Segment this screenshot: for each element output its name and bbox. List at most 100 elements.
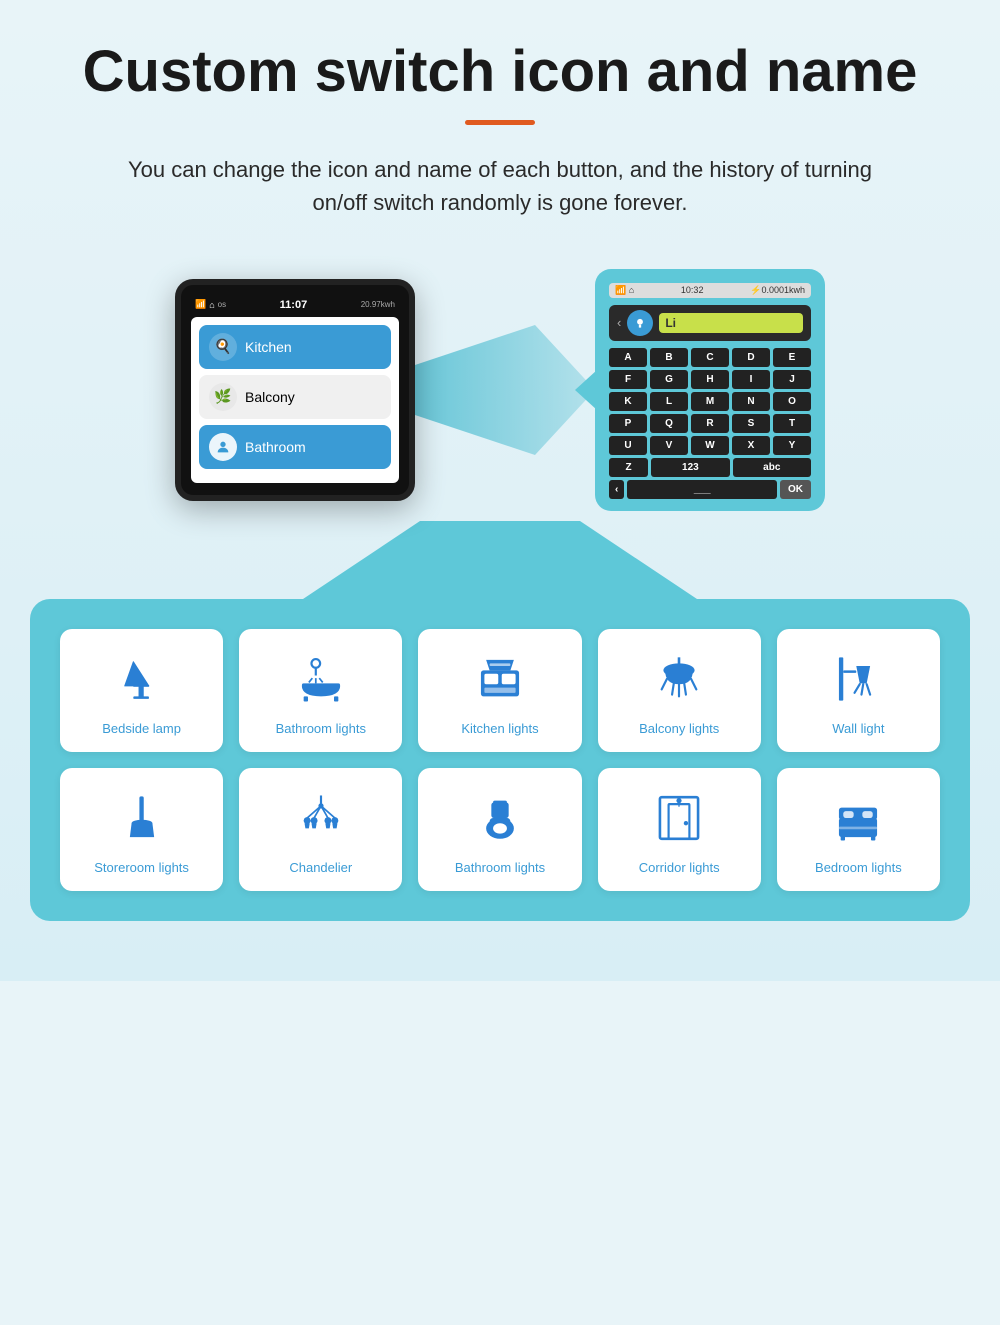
kb-key-B[interactable]: B — [650, 348, 688, 367]
kb-key-K[interactable]: K — [609, 392, 647, 411]
tile-balcony-lights[interactable]: Balcony lights — [598, 629, 761, 752]
kb-key-I[interactable]: I — [732, 370, 770, 389]
phone-time: 11:07 — [280, 299, 308, 311]
phone-mockup: 📶 ⌂ os 11:07 20.97kwh 🍳 Kitchen 🌿 Balcon… — [175, 279, 415, 501]
balcony-label: Balcony — [245, 389, 295, 405]
bedside-lamp-label: Bedside lamp — [102, 721, 181, 738]
phone-item-kitchen[interactable]: 🍳 Kitchen — [199, 325, 391, 369]
bottom-card: Bedside lamp — [30, 599, 970, 921]
tile-kitchen-lights[interactable]: Kitchen lights — [418, 629, 581, 752]
bathroom-lights-2-label: Bathroom lights — [455, 860, 545, 877]
kb-row3: K L M N O — [609, 392, 811, 411]
kb-key-abc[interactable]: abc — [733, 458, 811, 477]
icon-grid: Bedside lamp — [60, 629, 940, 891]
kb-key-Z[interactable]: Z — [609, 458, 648, 477]
phone-item-balcony[interactable]: 🌿 Balcony — [199, 375, 391, 419]
tile-wall-light[interactable]: Wall light — [777, 629, 940, 752]
corridor-lights-label: Corridor lights — [639, 860, 720, 877]
kb-key-X[interactable]: X — [732, 436, 770, 455]
bedroom-lights-icon — [828, 788, 888, 848]
phone-battery: 20.97kwh — [361, 300, 395, 309]
wall-light-label: Wall light — [832, 721, 884, 738]
bedside-lamp-icon — [112, 649, 172, 709]
kb-key-H[interactable]: H — [691, 370, 729, 389]
wifi-icon: 📶 — [195, 299, 206, 310]
tile-bedroom-lights[interactable]: Bedroom lights — [777, 768, 940, 891]
kb-input-row: ‹ Li — [609, 305, 811, 341]
chandelier-label: Chandelier — [289, 860, 352, 877]
kitchen-icon: 🍳 — [209, 333, 237, 361]
kb-key-U[interactable]: U — [609, 436, 647, 455]
kb-key-T[interactable]: T — [773, 414, 811, 433]
phone-item-bathroom[interactable]: Bathroom — [199, 425, 391, 469]
kb-space[interactable]: ___ — [627, 480, 777, 499]
chandelier-icon — [291, 788, 351, 848]
kb-back-arrow[interactable]: ‹ — [617, 315, 621, 330]
tile-bedside-lamp[interactable]: Bedside lamp — [60, 629, 223, 752]
kb-key-G[interactable]: G — [650, 370, 688, 389]
kb-ok[interactable]: OK — [780, 480, 811, 499]
bathroom-phone-icon — [209, 433, 237, 461]
kb-key-Q[interactable]: Q — [650, 414, 688, 433]
kb-key-N[interactable]: N — [732, 392, 770, 411]
kb-key-123[interactable]: 123 — [651, 458, 729, 477]
phone-status-bar: 📶 ⌂ os 11:07 20.97kwh — [191, 297, 399, 317]
wall-light-icon — [828, 649, 888, 709]
bathroom-phone-label: Bathroom — [245, 439, 306, 455]
home-icon: ⌂ — [209, 300, 214, 310]
bathroom-lights-2-icon — [470, 788, 530, 848]
kb-wifi: 📶 ⌂ — [615, 285, 634, 296]
page-wrapper: Custom switch icon and name You can chan… — [0, 0, 1000, 981]
kitchen-lights-icon — [470, 649, 530, 709]
kb-backspace[interactable]: ‹ — [609, 480, 624, 499]
tile-chandelier[interactable]: Chandelier — [239, 768, 402, 891]
phone-screen: 🍳 Kitchen 🌿 Balcony Bathro — [191, 317, 399, 483]
kb-power: ⚡0.0001kwh — [750, 285, 805, 296]
kb-key-W[interactable]: W — [691, 436, 729, 455]
funnel-connector — [30, 521, 970, 601]
kb-time: 10:32 — [681, 285, 704, 296]
bathroom-lights-1-label: Bathroom lights — [276, 721, 366, 738]
kb-key-S[interactable]: S — [732, 414, 770, 433]
kb-key-P[interactable]: P — [609, 414, 647, 433]
kb-row6: Z 123 abc — [609, 458, 811, 477]
corridor-lights-icon — [649, 788, 709, 848]
kb-row5: U V W X Y — [609, 436, 811, 455]
header-description: You can change the icon and name of each… — [100, 153, 900, 219]
beam-svg — [415, 325, 595, 455]
kb-key-O[interactable]: O — [773, 392, 811, 411]
keyboard-panel: 📶 ⌂ 10:32 ⚡0.0001kwh ‹ Li A B C — [595, 269, 825, 511]
beam-area — [415, 325, 595, 455]
storeroom-lights-icon — [112, 788, 172, 848]
kb-text-field[interactable]: Li — [659, 313, 803, 333]
kitchen-lights-label: Kitchen lights — [461, 721, 538, 738]
kb-key-J[interactable]: J — [773, 370, 811, 389]
kb-key-C[interactable]: C — [691, 348, 729, 367]
kb-key-M[interactable]: M — [691, 392, 729, 411]
signal-text: os — [218, 300, 226, 309]
kb-key-R[interactable]: R — [691, 414, 729, 433]
bathroom-lights-1-icon — [291, 649, 351, 709]
tile-storeroom-lights[interactable]: Storeroom lights — [60, 768, 223, 891]
kb-key-D[interactable]: D — [732, 348, 770, 367]
page-title: Custom switch icon and name — [30, 40, 970, 104]
storeroom-lights-label: Storeroom lights — [94, 860, 189, 877]
balcony-lights-icon — [649, 649, 709, 709]
kb-key-F[interactable]: F — [609, 370, 647, 389]
kb-row1: A B C D E — [609, 348, 811, 367]
kb-key-E[interactable]: E — [773, 348, 811, 367]
kb-key-A[interactable]: A — [609, 348, 647, 367]
kb-key-V[interactable]: V — [650, 436, 688, 455]
header-divider — [465, 120, 535, 125]
kb-key-Y[interactable]: Y — [773, 436, 811, 455]
bedroom-lights-label: Bedroom lights — [815, 860, 902, 877]
kb-row4: P Q R S T — [609, 414, 811, 433]
tile-bathroom-lights-2[interactable]: Bathroom lights — [418, 768, 581, 891]
tile-bathroom-lights-1[interactable]: Bathroom lights — [239, 629, 402, 752]
kb-status-bar: 📶 ⌂ 10:32 ⚡0.0001kwh — [609, 283, 811, 298]
tile-corridor-lights[interactable]: Corridor lights — [598, 768, 761, 891]
balcony-lights-label: Balcony lights — [639, 721, 719, 738]
kitchen-label: Kitchen — [245, 339, 292, 355]
kb-key-L[interactable]: L — [650, 392, 688, 411]
kb-row7: ‹ ___ OK — [609, 480, 811, 499]
